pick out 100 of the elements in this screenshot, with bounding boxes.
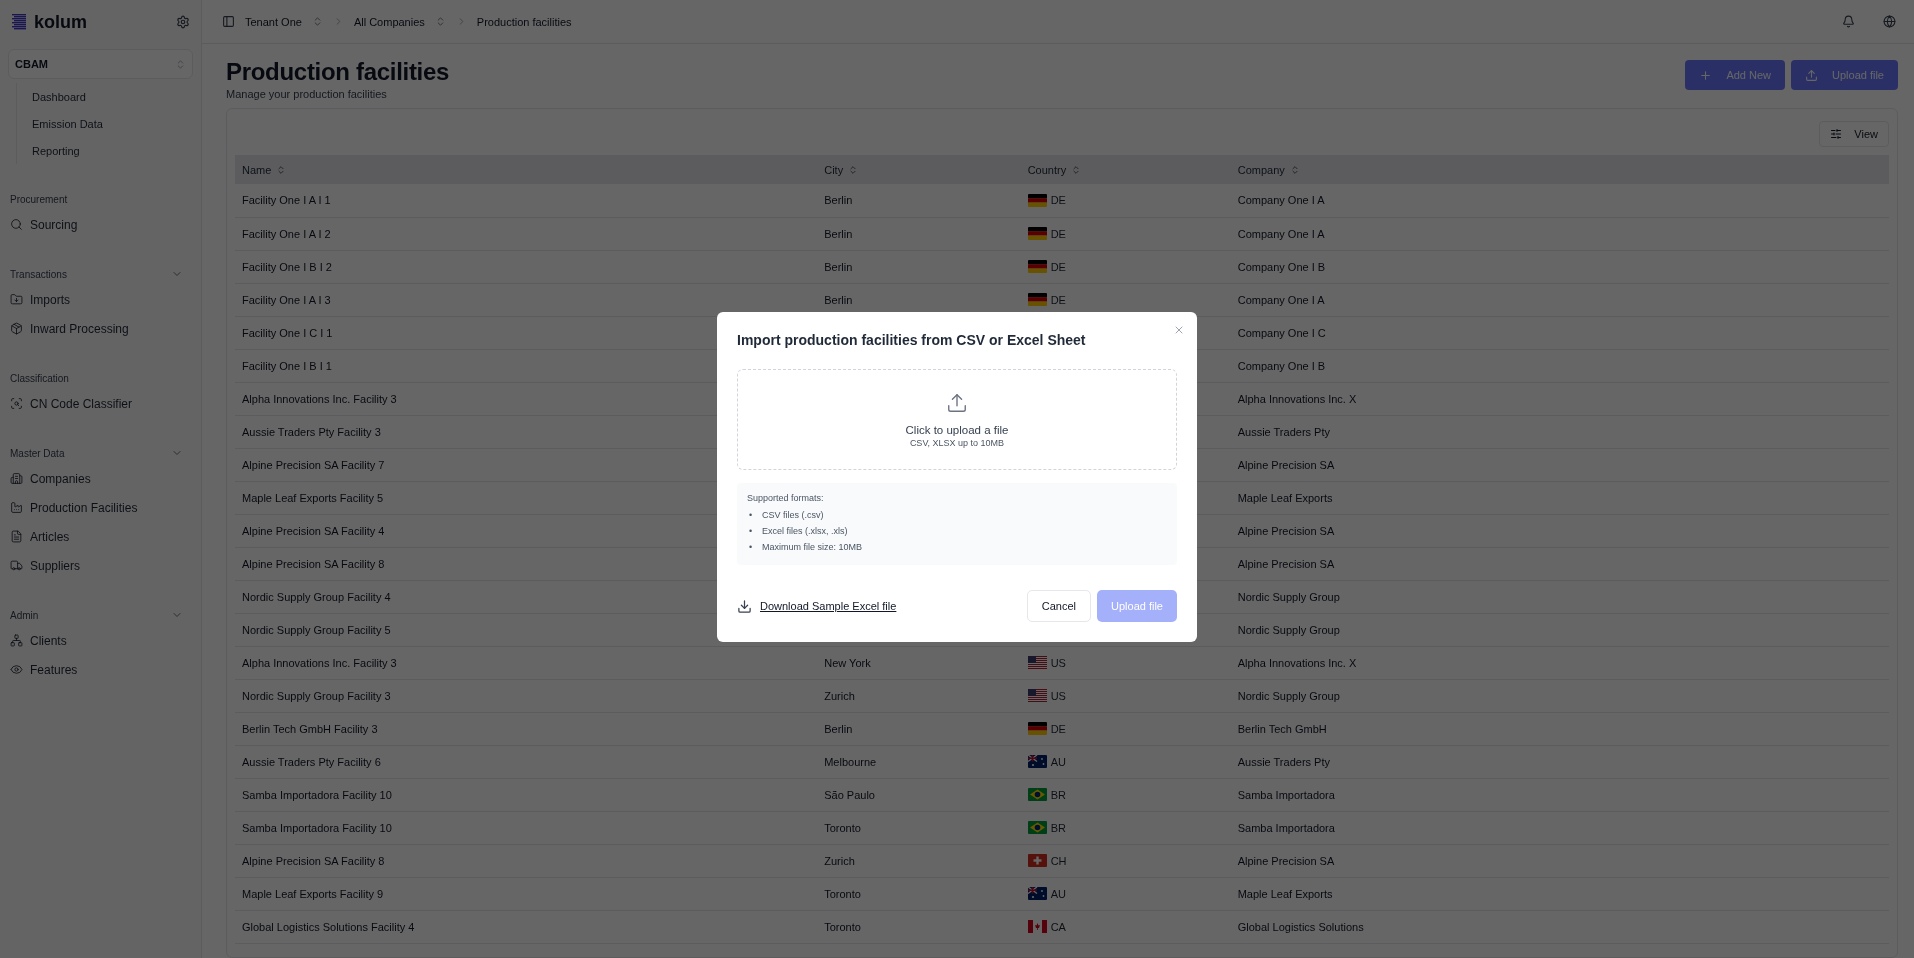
sort-icon xyxy=(848,164,859,175)
nav-item[interactable]: Sourcing xyxy=(8,210,193,239)
table-cell: Toronto xyxy=(824,887,861,900)
table-cell: Maple Leaf Exports xyxy=(1237,887,1333,900)
column-sort-button[interactable]: City xyxy=(824,163,859,176)
nav-item[interactable]: Imports xyxy=(8,285,193,314)
table-cell: Nordic Supply Group Facility 3 xyxy=(242,689,391,702)
table-cell: Samba Importadora xyxy=(1237,821,1335,834)
sort-icon xyxy=(1289,164,1300,175)
breadcrumb-current: Production facilities xyxy=(476,15,572,28)
column-sort-button[interactable]: Country xyxy=(1027,163,1082,176)
nav-subitem[interactable]: Dashboard xyxy=(25,83,193,110)
download-icon xyxy=(737,598,752,614)
table-cell: Alpine Precision SA xyxy=(1237,524,1335,537)
nav-item[interactable]: Articles xyxy=(8,522,193,551)
table-cell: Aussie Traders Pty xyxy=(1237,755,1330,768)
table-cell: Samba Importadora xyxy=(1237,788,1335,801)
country-code: DE xyxy=(1050,194,1066,207)
table-cell: Facility One I C I 1 xyxy=(242,326,333,339)
breadcrumb-switcher[interactable]: Tenant One xyxy=(245,15,323,28)
scan-icon xyxy=(10,397,23,410)
table-cell: Alpha Innovations Inc. Facility 3 xyxy=(242,656,397,669)
section-title: Admin xyxy=(10,609,39,621)
table-cell: Alpine Precision SA xyxy=(1237,458,1335,471)
table-cell: Alpha Innovations Inc. X xyxy=(1237,656,1357,669)
language-button[interactable] xyxy=(1883,15,1896,28)
upload-icon xyxy=(946,391,968,414)
country-code: CA xyxy=(1050,920,1066,933)
table-cell: Maple Leaf Exports Facility 9 xyxy=(242,887,384,900)
nav-item[interactable]: CN Code Classifier xyxy=(8,389,193,418)
table-cell: Berlin xyxy=(824,722,853,735)
truck-icon xyxy=(10,559,23,572)
table-cell: São Paulo xyxy=(824,788,875,801)
document-icon xyxy=(10,530,23,543)
table-cell: Berlin xyxy=(824,293,853,306)
notifications-button[interactable] xyxy=(1842,15,1855,28)
table-cell: Alpine Precision SA xyxy=(1237,854,1335,867)
sort-icon xyxy=(1071,164,1082,175)
page-title: Production facilities xyxy=(226,58,450,86)
plus-icon xyxy=(1699,68,1713,82)
table-cell: Company One I C xyxy=(1237,326,1326,339)
bullet-mark: • xyxy=(749,526,754,536)
table-cell: Facility One I B I 2 xyxy=(242,260,332,273)
table-cell: Company One I A xyxy=(1237,227,1325,240)
country-code: AU xyxy=(1050,887,1066,900)
settings-button[interactable] xyxy=(176,15,190,29)
close-button[interactable] xyxy=(1173,324,1185,336)
download-link[interactable]: Download Sample Excel file xyxy=(760,600,897,612)
country-code: DE xyxy=(1050,722,1066,735)
table-cell: Alpha Innovations Inc. Facility 3 xyxy=(242,392,397,405)
country-code: AU xyxy=(1050,755,1066,768)
table-cell: Samba Importadora Facility 10 xyxy=(242,821,392,834)
table-cell: Alpha Innovations Inc. X xyxy=(1237,392,1357,405)
section-title: Transactions xyxy=(10,268,67,280)
table-cell: Nordic Supply Group xyxy=(1237,623,1340,636)
column-sort-button[interactable]: Name xyxy=(242,163,287,176)
country-code: US xyxy=(1050,656,1066,669)
table-cell: Toronto xyxy=(824,920,861,933)
column-sort-button[interactable]: Company xyxy=(1237,163,1300,176)
logo-icon xyxy=(12,14,26,30)
country-code: DE xyxy=(1050,227,1066,240)
table-cell: Company One I B xyxy=(1237,260,1326,273)
hierarchy-icon xyxy=(10,634,23,647)
table-cell: Aussie Traders Pty Facility 3 xyxy=(242,425,381,438)
sidebar-toggle-button[interactable] xyxy=(222,15,235,28)
folder-icon xyxy=(10,293,23,306)
view-button[interactable]: View xyxy=(1819,121,1889,147)
table-cell: Nordic Supply Group xyxy=(1237,689,1340,702)
nav-item[interactable]: Companies xyxy=(8,464,193,493)
table-cell: Company One I A xyxy=(1237,293,1325,306)
nav-item[interactable]: Inward Processing xyxy=(8,314,193,343)
breadcrumb-switcher[interactable]: All Companies xyxy=(353,15,446,28)
bullet-mark: • xyxy=(749,510,754,520)
nav-item[interactable]: Features xyxy=(8,655,193,684)
bullet-mark: • xyxy=(749,542,754,552)
format-item: Maximum file size: 10MB xyxy=(762,541,863,553)
nav-subitem[interactable]: Reporting xyxy=(25,137,193,164)
sort-icon xyxy=(276,164,287,175)
table-cell: New York xyxy=(824,656,871,669)
country-code: US xyxy=(1050,689,1066,702)
formats-title: Supported formats: xyxy=(747,493,825,503)
table-cell: Nordic Supply Group Facility 4 xyxy=(242,590,391,603)
table-cell: Berlin xyxy=(824,260,853,273)
cancel-button[interactable]: Cancel xyxy=(1026,590,1091,622)
nav-item[interactable]: Clients xyxy=(8,626,193,655)
table-cell: Global Logistics Solutions xyxy=(1237,920,1364,933)
chevrons-icon xyxy=(175,58,186,70)
table-cell: Global Logistics Solutions Facility 4 xyxy=(242,920,415,933)
nav-item[interactable]: Production Facilities xyxy=(8,493,193,522)
table-cell: Berlin Tech GmbH xyxy=(1237,722,1327,735)
nav-item[interactable]: Suppliers xyxy=(8,551,193,580)
table-cell: Toronto xyxy=(824,821,861,834)
table-cell: Alpine Precision SA Facility 7 xyxy=(242,458,385,471)
nav-subitem[interactable]: Emission Data xyxy=(25,110,193,137)
table-cell: Company One I B xyxy=(1237,359,1326,372)
table-cell: Zurich xyxy=(824,854,855,867)
file-dropzone[interactable]: Click to upload a file CSV, XLSX up to 10MB xyxy=(737,369,1177,470)
table-cell: Company One I A xyxy=(1237,194,1325,207)
module-selector[interactable]: CBAM xyxy=(8,49,193,79)
table-cell: Nordic Supply Group Facility 5 xyxy=(242,623,391,636)
